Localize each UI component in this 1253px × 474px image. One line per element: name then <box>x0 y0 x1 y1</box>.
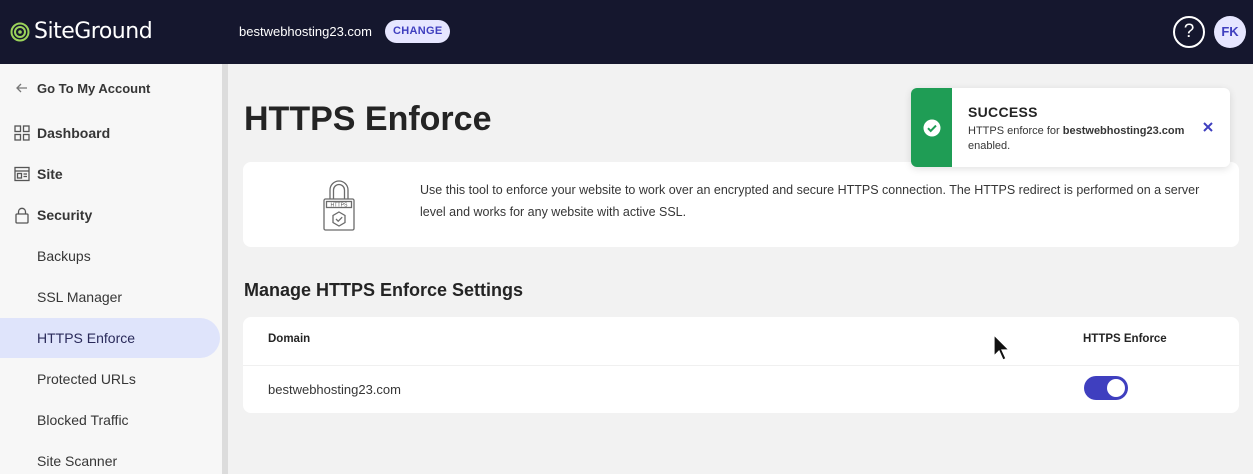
siteground-logo[interactable]: SiteGround <box>10 19 153 44</box>
sidebar-item-label: Dashboard <box>37 125 111 141</box>
sidebar-item-label: SSL Manager <box>37 289 123 305</box>
sidebar-scrollbar[interactable] <box>222 64 228 474</box>
mouse-pointer-icon <box>993 334 1010 361</box>
page-title: HTTPS Enforce <box>244 100 492 138</box>
https-enforce-toggle[interactable] <box>1084 376 1128 400</box>
https-lock-illustration-icon: HTTPS <box>322 179 356 238</box>
go-to-my-account-label: Go To My Account <box>37 80 151 96</box>
toast-status-bar <box>911 88 952 167</box>
logo-text: SiteGround <box>34 19 153 44</box>
sidebar-item-label: Protected URLs <box>37 371 136 387</box>
toast-message-suffix: enabled. <box>968 140 1011 152</box>
sidebar-item-site-scanner[interactable]: Site Scanner <box>0 441 220 474</box>
sidebar-item-label: Backups <box>37 248 91 264</box>
sidebar-item-label: HTTPS Enforce <box>37 330 136 346</box>
section-title: Manage HTTPS Enforce Settings <box>244 280 524 300</box>
sidebar-item-label: Site Scanner <box>37 453 118 469</box>
table-row-domain: bestwebhosting23.com <box>268 382 401 397</box>
toast-message: HTTPS enforce for bestwebhosting23.com e… <box>968 124 1186 154</box>
toast-close-button[interactable] <box>1200 119 1216 135</box>
dashboard-grid-icon <box>13 124 31 142</box>
current-site-domain: bestwebhosting23.com <box>239 24 372 39</box>
sidebar-item-protected-urls[interactable]: Protected URLs <box>0 359 220 399</box>
sidebar-item-label: Blocked Traffic <box>37 412 129 428</box>
sidebar-item-blocked-traffic[interactable]: Blocked Traffic <box>0 400 220 440</box>
site-window-icon <box>13 165 31 183</box>
help-button[interactable]: ? <box>1173 16 1205 48</box>
success-toast: SUCCESS HTTPS enforce for bestwebhosting… <box>911 88 1230 167</box>
toast-message-domain: bestwebhosting23.com <box>1062 125 1185 137</box>
https-lock-label: HTTPS <box>330 202 348 208</box>
toast-message-prefix: HTTPS enforce for <box>968 125 1063 137</box>
sidebar: Go To My Account Dashboard Site Security… <box>0 64 222 474</box>
top-bar: SiteGround bestwebhosting23.com CHANGE ?… <box>0 0 1253 64</box>
user-avatar[interactable]: FK <box>1214 16 1246 48</box>
sidebar-item-backups[interactable]: Backups <box>0 236 220 276</box>
row-divider <box>243 365 1239 366</box>
column-header-https-enforce: HTTPS Enforce <box>1083 333 1167 345</box>
sidebar-item-dashboard[interactable]: Dashboard <box>0 113 220 153</box>
column-header-domain: Domain <box>268 333 311 345</box>
check-circle-icon <box>923 119 940 136</box>
sidebar-item-label: Security <box>37 207 93 223</box>
close-icon <box>1203 122 1213 132</box>
info-description: Use this tool to enforce your website to… <box>420 183 1200 219</box>
lock-icon <box>13 206 31 224</box>
sidebar-item-site[interactable]: Site <box>0 154 220 194</box>
go-to-my-account-link[interactable]: Go To My Account <box>0 68 220 108</box>
arrow-left-icon <box>13 79 31 97</box>
https-enforce-table: Domain HTTPS Enforce bestwebhosting23.co… <box>243 317 1239 413</box>
sidebar-item-https-enforce[interactable]: HTTPS Enforce <box>0 318 220 358</box>
change-site-button[interactable]: CHANGE <box>385 20 451 43</box>
sidebar-item-ssl-manager[interactable]: SSL Manager <box>0 277 220 317</box>
info-card: HTTPS Use this tool to enforce your webs… <box>243 162 1239 247</box>
toggle-knob <box>1107 379 1125 397</box>
toast-title: SUCCESS <box>968 104 1038 120</box>
sidebar-item-label: Site <box>37 166 63 182</box>
siteground-swirl-icon <box>10 22 30 41</box>
sidebar-item-security[interactable]: Security <box>0 195 220 235</box>
